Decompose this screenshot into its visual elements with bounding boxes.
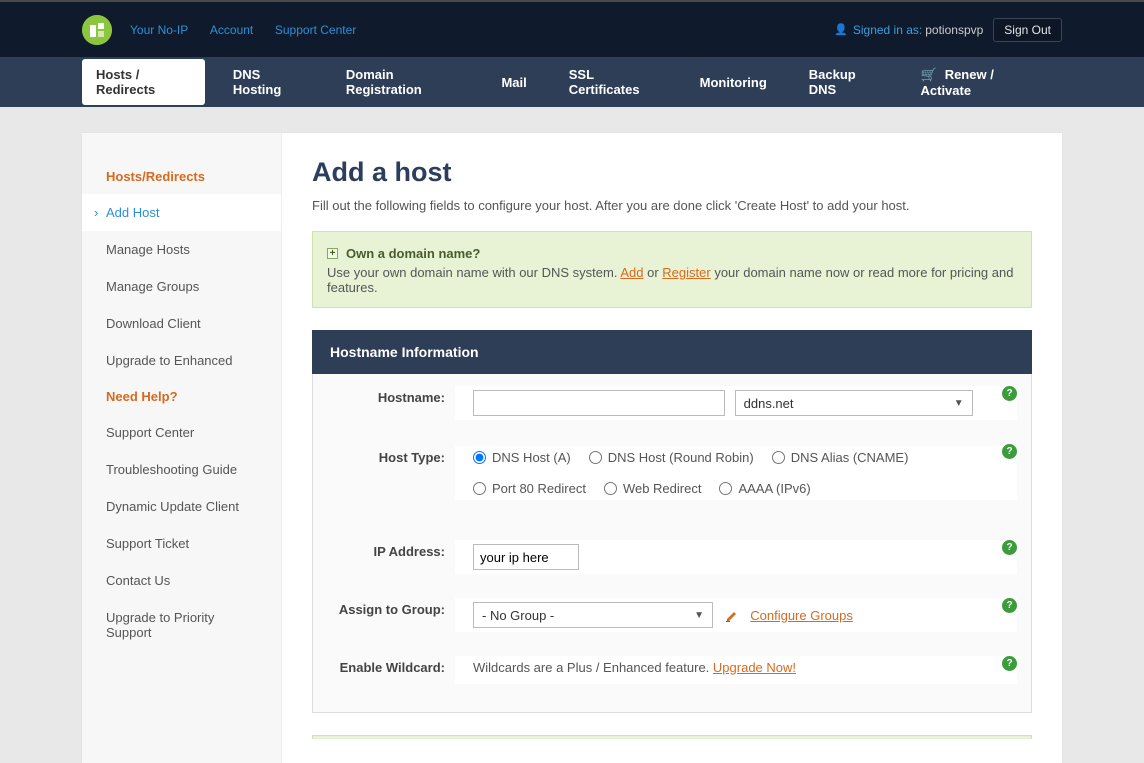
chevron-down-icon: ▼ xyxy=(694,610,704,621)
radio-dns-alias[interactable]: DNS Alias (CNAME) xyxy=(772,450,909,465)
row-host-type: Host Type: DNS Host (A) DNS Host (Round … xyxy=(313,432,1031,528)
sign-out-button[interactable]: Sign Out xyxy=(993,18,1062,42)
infobox-text-1: Use your own domain name with our DNS sy… xyxy=(327,265,620,280)
sidebar: Hosts/Redirects Add Host Manage Hosts Ma… xyxy=(82,133,282,763)
label-hostname: Hostname: xyxy=(327,386,445,405)
sidebar-item-priority[interactable]: Upgrade to Priority Support xyxy=(82,599,281,651)
sidebar-item-manage-hosts[interactable]: Manage Hosts xyxy=(82,231,281,268)
row-wildcard: Enable Wildcard: Wildcards are a Plus / … xyxy=(313,644,1031,712)
cart-icon: 🛒 xyxy=(921,67,937,82)
label-group: Assign to Group: xyxy=(327,598,445,617)
group-dropdown[interactable]: - No Group - ▼ xyxy=(473,602,713,628)
help-icon[interactable]: ? xyxy=(1002,386,1017,401)
configure-groups-link[interactable]: Configure Groups xyxy=(750,608,853,623)
link-account[interactable]: Account xyxy=(210,23,253,37)
page-subtitle: Fill out the following fields to configu… xyxy=(312,198,1032,213)
radio-dns-host-rr-label: DNS Host (Round Robin) xyxy=(608,450,754,465)
sidebar-item-download-client[interactable]: Download Client xyxy=(82,305,281,342)
label-ip: IP Address: xyxy=(327,540,445,559)
help-icon[interactable]: ? xyxy=(1002,540,1017,555)
main-nav: Hosts / Redirects DNS Hosting Domain Reg… xyxy=(0,57,1144,107)
own-domain-infobox: + Own a domain name? Use your own domain… xyxy=(312,231,1032,308)
radio-dns-host-a[interactable]: DNS Host (A) xyxy=(473,450,571,465)
signed-in-label: Signed in as: xyxy=(853,23,922,37)
edit-icon[interactable] xyxy=(725,609,739,623)
user-icon: 👤 xyxy=(834,23,848,36)
main-wrapper: Hosts/Redirects Add Host Manage Hosts Ma… xyxy=(82,133,1062,763)
panel-body: Hostname: ddns.net ▼ ? Host Type: DNS Ho… xyxy=(312,374,1032,713)
radio-web-redirect[interactable]: Web Redirect xyxy=(604,481,702,496)
sidebar-heading-hosts: Hosts/Redirects xyxy=(82,159,281,194)
domain-selected: ddns.net xyxy=(744,396,794,411)
tab-monitoring[interactable]: Monitoring xyxy=(686,67,781,98)
radio-port80[interactable]: Port 80 Redirect xyxy=(473,481,586,496)
tab-ssl[interactable]: SSL Certificates xyxy=(555,59,672,105)
sidebar-item-support-center[interactable]: Support Center xyxy=(82,414,281,451)
sidebar-heading-help: Need Help? xyxy=(82,379,281,414)
tab-domain-registration[interactable]: Domain Registration xyxy=(332,59,474,105)
radio-aaaa-label: AAAA (IPv6) xyxy=(738,481,810,496)
radio-port80-label: Port 80 Redirect xyxy=(492,481,586,496)
tab-renew-activate[interactable]: 🛒Renew / Activate xyxy=(907,59,1049,106)
infobox-question-text: Own a domain name? xyxy=(346,246,480,261)
domain-dropdown[interactable]: ddns.net ▼ xyxy=(735,390,973,416)
wildcard-text: Wildcards are a Plus / Enhanced feature. xyxy=(473,660,713,675)
sidebar-item-troubleshooting[interactable]: Troubleshooting Guide xyxy=(82,451,281,488)
label-wildcard: Enable Wildcard: xyxy=(327,656,445,675)
radio-aaaa-input[interactable] xyxy=(719,482,732,495)
radio-web-redirect-input[interactable] xyxy=(604,482,617,495)
upgrade-now-link[interactable]: Upgrade Now! xyxy=(713,660,796,675)
help-icon[interactable]: ? xyxy=(1002,444,1017,459)
infobox-question[interactable]: + Own a domain name? xyxy=(327,246,480,261)
radio-dns-host-a-input[interactable] xyxy=(473,451,486,464)
chevron-down-icon: ▼ xyxy=(954,398,964,409)
radio-dns-host-rr-input[interactable] xyxy=(589,451,602,464)
sidebar-item-duc[interactable]: Dynamic Update Client xyxy=(82,488,281,525)
expand-icon[interactable]: + xyxy=(327,248,338,259)
label-host-type: Host Type: xyxy=(327,446,445,465)
radio-dns-host-rr[interactable]: DNS Host (Round Robin) xyxy=(589,450,754,465)
link-your-no-ip[interactable]: Your No-IP xyxy=(130,23,188,37)
radio-web-redirect-label: Web Redirect xyxy=(623,481,702,496)
sidebar-item-upgrade-enhanced[interactable]: Upgrade to Enhanced xyxy=(82,342,281,379)
page-title: Add a host xyxy=(312,157,1032,188)
link-support-center[interactable]: Support Center xyxy=(275,23,356,37)
sidebar-item-ticket[interactable]: Support Ticket xyxy=(82,525,281,562)
sidebar-item-contact[interactable]: Contact Us xyxy=(82,562,281,599)
help-icon[interactable]: ? xyxy=(1002,598,1017,613)
radio-port80-input[interactable] xyxy=(473,482,486,495)
panel-heading: Hostname Information xyxy=(312,330,1032,374)
top-links: Your No-IP Account Support Center xyxy=(130,22,374,37)
infobox-or: or xyxy=(643,265,662,280)
tab-dns-hosting[interactable]: DNS Hosting xyxy=(219,59,318,105)
radio-aaaa[interactable]: AAAA (IPv6) xyxy=(719,481,810,496)
radio-dns-alias-input[interactable] xyxy=(772,451,785,464)
top-right: 👤 Signed in as: potionspvp Sign Out xyxy=(834,18,1062,42)
logo[interactable] xyxy=(82,15,112,45)
tab-backup-dns[interactable]: Backup DNS xyxy=(795,59,893,105)
radio-dns-alias-label: DNS Alias (CNAME) xyxy=(791,450,909,465)
row-ip: IP Address: ? xyxy=(313,528,1031,586)
help-icon[interactable]: ? xyxy=(1002,656,1017,671)
topbar: Your No-IP Account Support Center 👤 Sign… xyxy=(0,0,1144,57)
radio-dns-host-a-label: DNS Host (A) xyxy=(492,450,571,465)
ip-input[interactable] xyxy=(473,544,579,570)
content: Add a host Fill out the following fields… xyxy=(282,133,1062,763)
row-hostname: Hostname: ddns.net ▼ ? xyxy=(313,374,1031,432)
sidebar-item-manage-groups[interactable]: Manage Groups xyxy=(82,268,281,305)
infobox-add-link[interactable]: Add xyxy=(620,265,643,280)
infobox-register-link[interactable]: Register xyxy=(662,265,710,280)
username: potionspvp xyxy=(925,23,983,37)
group-selected: - No Group - xyxy=(482,608,554,623)
tab-hosts-redirects[interactable]: Hosts / Redirects xyxy=(82,59,205,105)
next-panel-peek xyxy=(312,735,1032,739)
hostname-input[interactable] xyxy=(473,390,725,416)
sidebar-item-add-host[interactable]: Add Host xyxy=(82,194,281,231)
row-group: Assign to Group: - No Group - ▼ Configur… xyxy=(313,586,1031,644)
tab-mail[interactable]: Mail xyxy=(487,67,540,98)
